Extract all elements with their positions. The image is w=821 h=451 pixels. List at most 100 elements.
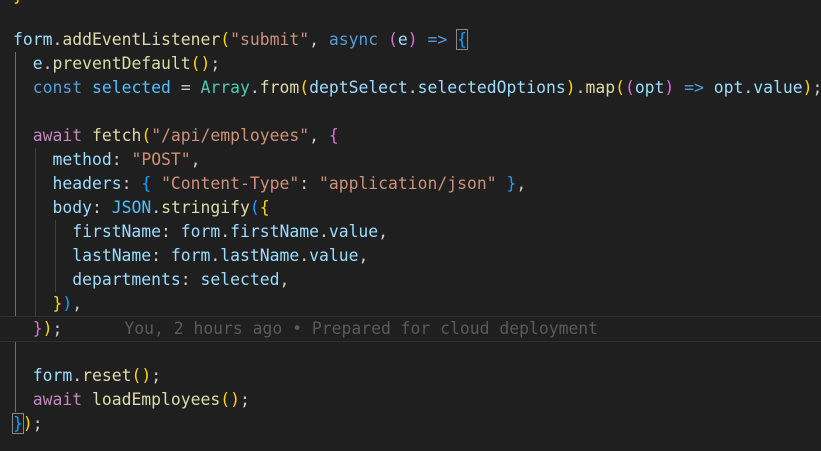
code-line[interactable]: await fetch("/api/employees", {	[0, 124, 821, 148]
code-token: await	[32, 390, 83, 409]
code-token: headers	[52, 174, 122, 193]
code-token: lastName	[220, 246, 300, 265]
code-line[interactable]: method: "POST",	[0, 148, 821, 172]
code-token: ,	[309, 126, 329, 145]
code-token: selected	[200, 270, 280, 289]
code-token: :	[151, 246, 171, 265]
code-line-fragment: }	[13, 0, 23, 8]
code-line[interactable]: form.reset();	[0, 364, 821, 388]
code-token: )	[407, 30, 418, 49]
code-token: ,	[378, 222, 389, 241]
code-token: {	[456, 29, 469, 50]
code-token: opt	[634, 78, 665, 97]
code-token: (	[220, 30, 231, 49]
code-token: loadEmployees	[91, 390, 221, 409]
code-token: "/api/employees"	[151, 126, 310, 145]
code-token: reset	[82, 366, 132, 385]
code-token: )	[664, 78, 675, 97]
code-line[interactable]: departments: selected,	[0, 268, 821, 292]
code-line[interactable]: await loadEmployees();	[0, 388, 821, 412]
code-token: .	[210, 246, 221, 265]
code-token: deptSelect	[309, 78, 408, 97]
code-token: form	[180, 222, 221, 241]
code-token: {	[328, 126, 339, 145]
code-token: e	[397, 30, 408, 49]
code-line[interactable]: headers: { "Content-Type": "application/…	[0, 172, 821, 196]
code-token: (	[299, 78, 310, 97]
code-token: .	[220, 222, 231, 241]
code-token: ;	[32, 414, 43, 433]
code-token: preventDefault	[52, 54, 191, 73]
code-token: ;	[240, 390, 250, 409]
code-token: opt	[713, 78, 744, 97]
code-token: ()	[220, 390, 241, 409]
code-token: form	[32, 366, 73, 385]
code-token: .	[42, 54, 53, 73]
code-token: (	[141, 126, 152, 145]
code-token: ;	[52, 319, 63, 338]
code-token: lastName	[72, 246, 152, 265]
code-token: value	[328, 222, 379, 241]
code-token: (	[624, 78, 635, 97]
code-token: Array	[200, 78, 250, 97]
code-token: async	[328, 30, 379, 49]
code-token: =>	[427, 30, 448, 49]
code-token: stringify	[161, 198, 250, 217]
code-token: .	[151, 198, 162, 217]
code-line[interactable]	[0, 340, 821, 364]
code-token: (	[388, 30, 398, 49]
code-token: .	[52, 30, 63, 49]
code-token: from	[259, 78, 300, 97]
code-token: :	[161, 222, 181, 241]
code-token: value	[753, 78, 803, 97]
code-token: selectedOptions	[417, 78, 566, 97]
code-token: .	[743, 78, 754, 97]
code-line[interactable]: form.addEventListener("submit", async (e…	[0, 28, 821, 52]
code-line[interactable]: });	[0, 412, 821, 436]
code-token: form	[170, 246, 211, 265]
code-token: )	[802, 78, 813, 97]
code-token: ,	[516, 174, 527, 193]
code-token: :	[121, 174, 142, 193]
code-token: }	[32, 319, 43, 338]
code-token: ()	[131, 366, 152, 385]
code-line[interactable]: const selected = Array.from(deptSelect.s…	[0, 76, 821, 100]
code-token: ,	[309, 30, 329, 49]
code-editor[interactable]: } form.addEventListener("submit", async …	[0, 0, 821, 451]
code-token: {	[141, 174, 152, 193]
code-line[interactable]: e.preventDefault();	[0, 52, 821, 76]
code-token: ()	[190, 54, 211, 73]
code-token: .	[575, 78, 586, 97]
code-line[interactable]: }); You, 2 hours ago • Prepared for cloud…	[0, 316, 821, 342]
code-line[interactable]: }),	[0, 292, 821, 316]
code-token: "application/json"	[318, 174, 497, 193]
code-line[interactable]: lastName: form.lastName.value,	[0, 244, 821, 268]
code-token: map	[585, 78, 616, 97]
code-token: .	[407, 78, 418, 97]
code-token: await	[32, 126, 83, 145]
code-line[interactable]	[0, 100, 821, 124]
code-token: )	[42, 319, 53, 338]
code-token: ;	[210, 54, 221, 73]
code-token: .	[299, 246, 310, 265]
code-line[interactable]: firstName: form.firstName.value,	[0, 220, 821, 244]
code-token: e	[32, 54, 43, 73]
code-token: firstName	[230, 222, 319, 241]
code-token: :	[180, 270, 201, 289]
code-token: =	[170, 78, 201, 97]
code-line[interactable]: body: JSON.stringify({	[0, 196, 821, 220]
code-token: "POST"	[131, 150, 191, 169]
